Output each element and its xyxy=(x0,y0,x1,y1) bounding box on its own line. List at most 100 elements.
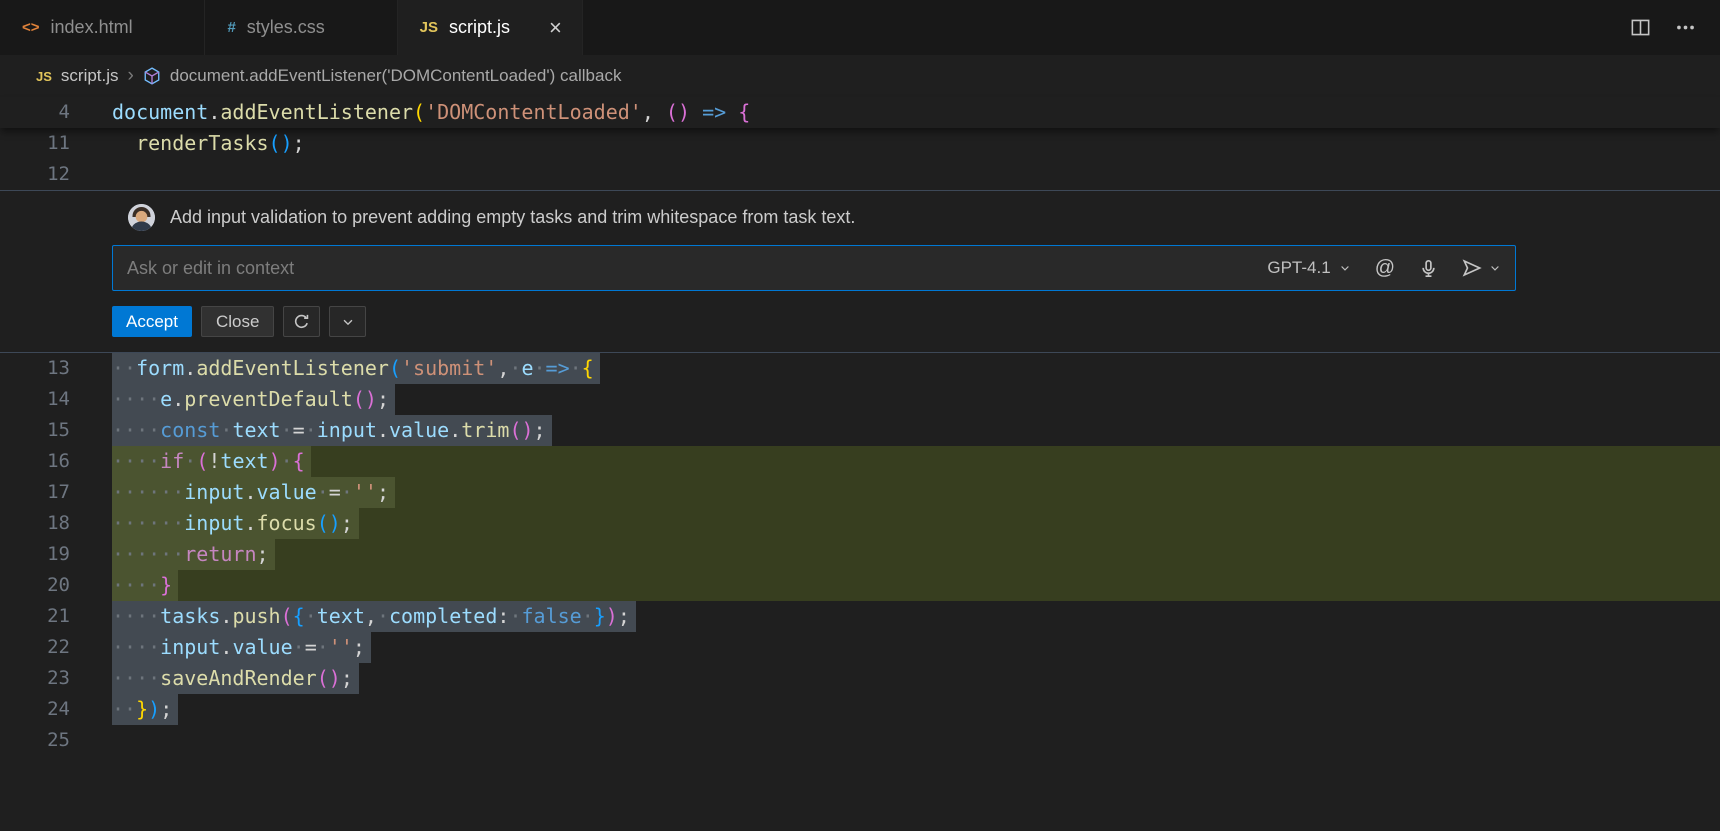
breadcrumb-file[interactable]: script.js xyxy=(61,66,119,86)
code-token: ) xyxy=(606,604,618,628)
code-token: ( xyxy=(281,604,293,628)
code-line-11[interactable]: 11 renderTasks(); xyxy=(0,128,1720,159)
accept-button[interactable]: Accept xyxy=(112,306,192,337)
inserted-code-text: ······input.value·=·''; xyxy=(112,477,395,508)
code-token: ( xyxy=(413,100,425,124)
code-token: e xyxy=(521,356,533,380)
code-token: = xyxy=(329,480,341,504)
code-token: () xyxy=(509,418,533,442)
rerun-request-button[interactable] xyxy=(283,306,320,337)
code-token: · xyxy=(341,480,353,504)
code-line-18[interactable]: 18 ······input.focus(); xyxy=(0,508,1720,539)
code-token: trim xyxy=(461,418,509,442)
code-token: } xyxy=(160,573,172,597)
code-token: false xyxy=(521,604,581,628)
code-line-15[interactable]: 15····const·text·=·input.value.trim(); xyxy=(0,415,1720,446)
attach-context-icon[interactable]: @ xyxy=(1375,257,1395,280)
chat-input[interactable] xyxy=(127,258,1267,279)
code-token: '' xyxy=(329,635,353,659)
code-line-25[interactable]: 25 xyxy=(0,725,1720,756)
code-token: · xyxy=(293,635,305,659)
code-token: , xyxy=(365,604,377,628)
code-line-14[interactable]: 14····e.preventDefault(); xyxy=(0,384,1720,415)
symbol-cube-icon xyxy=(143,67,161,85)
breadcrumb-symbol[interactable]: document.addEventListener('DOMContentLoa… xyxy=(170,66,622,86)
code-token: . xyxy=(244,511,256,535)
code-line-12[interactable]: 12 xyxy=(0,159,1720,190)
close-tab-icon[interactable]: × xyxy=(549,17,562,39)
inline-chat-widget: Add input validation to prevent adding e… xyxy=(0,190,1720,353)
send-dropdown-icon[interactable] xyxy=(1489,262,1501,274)
code-token: document xyxy=(112,100,208,124)
code-line-4[interactable]: 4document.addEventListener('DOMContentLo… xyxy=(0,97,1720,128)
code-token: value xyxy=(232,635,292,659)
code-line-17[interactable]: 17······input.value·=·''; xyxy=(0,477,1720,508)
inserted-code-text: ····} xyxy=(112,570,178,601)
code-line-24[interactable]: 24··}); xyxy=(0,694,1720,725)
chat-input-box[interactable]: GPT-4.1 @ xyxy=(112,245,1516,291)
line-number: 18 xyxy=(0,508,70,539)
code-token xyxy=(726,100,738,124)
code-token: ···· xyxy=(112,666,160,690)
css-file-icon: # xyxy=(227,19,235,36)
more-actions-icon[interactable] xyxy=(1675,17,1696,38)
code-token: renderTasks xyxy=(136,131,268,155)
tab-label: script.js xyxy=(449,17,510,38)
line-number: 22 xyxy=(0,632,70,663)
code-content: ····saveAndRender(); xyxy=(112,663,1720,694)
code-token: · xyxy=(509,356,521,380)
code-token: · xyxy=(533,356,545,380)
more-options-dropdown-button[interactable] xyxy=(329,306,366,337)
code-token: { xyxy=(582,356,594,380)
code-token: 'DOMContentLoaded' xyxy=(425,100,642,124)
model-label: GPT-4.1 xyxy=(1267,258,1330,278)
code-token: . xyxy=(220,635,232,659)
code-token: . xyxy=(184,356,196,380)
code-line-16[interactable]: 16 ····if·(!text)·{ xyxy=(0,446,1720,477)
code-line-20[interactable]: 20····} xyxy=(0,570,1720,601)
microphone-icon[interactable] xyxy=(1419,259,1438,278)
code-token: ! xyxy=(208,449,220,473)
split-editor-icon[interactable] xyxy=(1630,17,1651,38)
code-token: ) xyxy=(269,449,281,473)
code-token: value xyxy=(389,418,449,442)
tab-script.js[interactable]: JSscript.js× xyxy=(398,0,583,55)
code-token: ···· xyxy=(112,604,160,628)
code-token: , xyxy=(642,100,666,124)
code-token: () xyxy=(317,511,341,535)
tab-styles.css[interactable]: #styles.css× xyxy=(205,0,397,55)
close-button[interactable]: Close xyxy=(201,306,274,337)
code-line-13[interactable]: 13··form.addEventListener('submit',·e·=>… xyxy=(0,353,1720,384)
code-token: · xyxy=(582,604,594,628)
model-picker[interactable]: GPT-4.1 xyxy=(1267,258,1350,278)
code-token: ; xyxy=(293,131,305,155)
sticky-scroll-line[interactable]: 4document.addEventListener('DOMContentLo… xyxy=(0,97,1720,128)
code-token: () xyxy=(269,131,293,155)
code-token: = xyxy=(305,635,317,659)
code-line-23[interactable]: 23····saveAndRender(); xyxy=(0,663,1720,694)
inserted-code-text: ····if·(!text)·{ xyxy=(112,446,311,477)
code-token: input xyxy=(160,635,220,659)
code-token: . xyxy=(208,100,220,124)
code-content xyxy=(112,159,1720,190)
edited-code-text: ··form.addEventListener('submit',·e·=>·{ xyxy=(112,353,600,384)
js-file-icon: JS xyxy=(36,69,52,84)
line-number: 16 xyxy=(0,446,70,477)
tab-list: <>index.html×#styles.css×JSscript.js× xyxy=(0,0,583,55)
chevron-down-icon xyxy=(1339,262,1351,274)
code-token: ; xyxy=(341,666,353,690)
code-token: => xyxy=(546,356,570,380)
code-line-22[interactable]: 22····input.value·=·''; xyxy=(0,632,1720,663)
code-line-19[interactable]: 19······return; xyxy=(0,539,1720,570)
line-number: 19 xyxy=(0,539,70,570)
code-token: ; xyxy=(377,480,389,504)
code-token: { xyxy=(293,449,305,473)
inserted-code-text: ······input.focus(); xyxy=(112,508,359,539)
code-line-21[interactable]: 21····tasks.push({·text,·completed:·fals… xyxy=(0,601,1720,632)
tab-index.html[interactable]: <>index.html× xyxy=(0,0,205,55)
send-icon[interactable] xyxy=(1462,258,1482,278)
send-button-group xyxy=(1462,258,1501,278)
code-token: text xyxy=(220,449,268,473)
code-token: => xyxy=(702,100,726,124)
code-token: ·· xyxy=(112,356,136,380)
